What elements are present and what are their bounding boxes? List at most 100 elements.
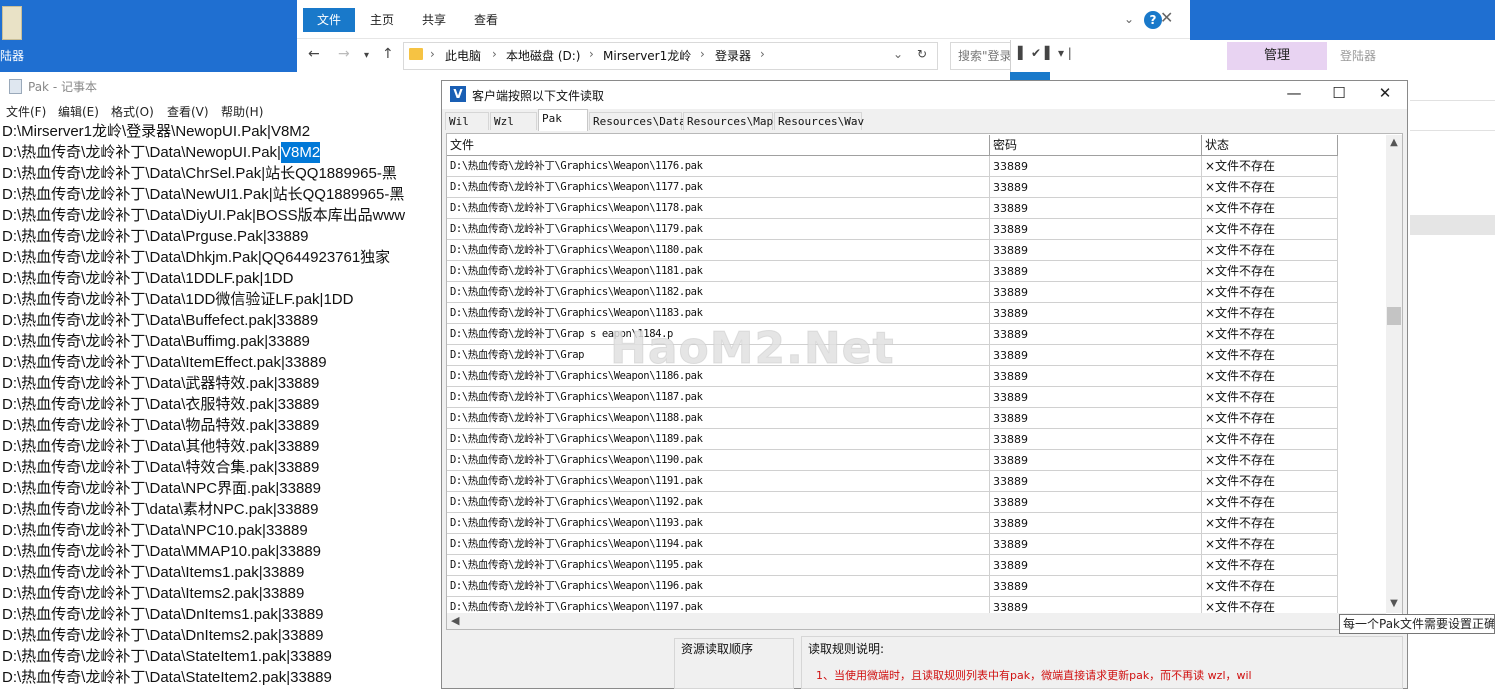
menu-file[interactable]: 文件(F) [6, 103, 46, 120]
cell-password: 33889 [990, 198, 1202, 219]
notepad-title: Pak - 记事本 [28, 80, 97, 94]
cell-file: D:\热血传奇\龙岭补丁\Graphics\Weapon\1188.pak [447, 408, 990, 429]
tab-resources-map[interactable]: Resources\Map [683, 112, 773, 130]
table-row[interactable]: D:\热血传奇\龙岭补丁\Graphics\Weapon\1176.pak 338… [447, 156, 1338, 177]
cell-status: ×文件不存在 [1202, 345, 1338, 366]
tab-resources-wav[interactable]: Resources\Wav [774, 112, 864, 130]
notepad-line: D:\热血传奇\龙岭补丁\Data\ChrSel.Pak|站长QQ1889965… [2, 165, 397, 182]
scroll-left-icon[interactable]: ◀ [451, 614, 459, 627]
up-arrow-icon[interactable]: ↑ [382, 46, 394, 62]
cell-file: D:\热血传奇\龙岭补丁\Graphics\Weapon\1181.pak [447, 261, 990, 282]
selected-list-row[interactable] [1410, 215, 1495, 235]
breadcrumb-mirserver[interactable]: Mirserver1龙岭 [603, 47, 691, 64]
notepad-line: D:\热血传奇\龙岭补丁\Data\NewUI1.Pak|站长QQ1889965… [2, 186, 405, 203]
scrollbar-thumb[interactable] [1387, 307, 1401, 325]
ribbon-tab-file[interactable]: 文件 [303, 8, 355, 32]
tab-wil[interactable]: Wil [445, 112, 489, 130]
horizontal-scrollbar[interactable] [447, 613, 1386, 629]
breadcrumb-separator-icon[interactable]: › [700, 47, 705, 61]
ribbon-tab-manage[interactable]: 管理 [1227, 42, 1327, 70]
refresh-icon[interactable]: ↻ [917, 47, 927, 61]
back-arrow-icon[interactable]: ← [308, 46, 320, 62]
breadcrumb-this-pc[interactable]: 此电脑 [445, 47, 481, 64]
close-icon[interactable]: ✕ [1370, 84, 1400, 102]
cell-status: ×文件不存在 [1202, 408, 1338, 429]
cell-password: 33889 [990, 156, 1202, 177]
quick-access-toolbar[interactable]: ▌ ✔ ▌ ▾ | [1018, 46, 1072, 60]
cell-password: 33889 [990, 408, 1202, 429]
cell-password: 33889 [990, 555, 1202, 576]
table-row[interactable]: D:\热血传奇\龙岭补丁\Graphics\Weapon\1179.pak 338… [447, 219, 1338, 240]
desktop-file-icon[interactable] [2, 6, 22, 40]
search-placeholder: 搜索"登录器" [958, 49, 1013, 63]
cell-password: 33889 [990, 492, 1202, 513]
cell-password: 33889 [990, 219, 1202, 240]
ribbon-tab-view[interactable]: 查看 [464, 8, 508, 32]
table-row[interactable]: D:\热血传奇\龙岭补丁\Graphics\Weapon\1181.pak 338… [447, 261, 1338, 282]
table-row[interactable]: D:\热血传奇\龙岭补丁\Graphics\Weapon\1195.pak 338… [447, 555, 1338, 576]
notepad-line: D:\热血传奇\龙岭补丁\data\素材NPC.pak|33889 [2, 501, 319, 518]
cell-status: ×文件不存在 [1202, 240, 1338, 261]
cell-password: 33889 [990, 261, 1202, 282]
ribbon-tab-home[interactable]: 主页 [360, 8, 404, 32]
breadcrumb-separator-icon[interactable]: › [760, 47, 765, 61]
ribbon-tab-share[interactable]: 共享 [412, 8, 456, 32]
cell-password: 33889 [990, 345, 1202, 366]
cell-status: ×文件不存在 [1202, 198, 1338, 219]
tab-pak[interactable]: Pak [538, 109, 588, 131]
cell-password: 33889 [990, 471, 1202, 492]
table-row[interactable]: D:\热血传奇\龙岭补丁\Graphics\Weapon\1190.pak 338… [447, 450, 1338, 471]
breadcrumb-separator-icon[interactable]: › [492, 47, 497, 61]
table-row[interactable]: D:\热血传奇\龙岭补丁\Graphics\Weapon\1193.pak 338… [447, 513, 1338, 534]
table-row[interactable]: D:\热血传奇\龙岭补丁\Graphics\Weapon\1192.pak 338… [447, 492, 1338, 513]
cell-password: 33889 [990, 240, 1202, 261]
scroll-up-icon[interactable]: ▲ [1386, 137, 1402, 148]
menu-help[interactable]: 帮助(H) [221, 103, 263, 120]
recent-dropdown-icon[interactable]: ▾ [364, 50, 369, 61]
forward-arrow-icon[interactable]: → [338, 46, 350, 62]
explorer-close-icon[interactable]: ✕ [1160, 8, 1173, 27]
cell-status: ×文件不存在 [1202, 282, 1338, 303]
table-row[interactable]: D:\热血传奇\龙岭补丁\Graphics\Weapon\1191.pak 338… [447, 471, 1338, 492]
breadcrumb-separator-icon[interactable]: › [430, 47, 435, 61]
cell-password: 33889 [990, 387, 1202, 408]
tab-wzl[interactable]: Wzl [490, 112, 537, 130]
notepad-line: D:\热血传奇\龙岭补丁\Data\Items2.pak|33889 [2, 585, 305, 602]
column-header-file[interactable]: 文件 [447, 135, 990, 156]
table-row[interactable]: D:\热血传奇\龙岭补丁\Graphics\Weapon\1180.pak 338… [447, 240, 1338, 261]
menu-format[interactable]: 格式(O) [111, 103, 154, 120]
maximize-icon[interactable]: ☐ [1324, 84, 1354, 102]
ribbon-expand-chevron-icon[interactable]: ⌄ [1124, 12, 1134, 26]
cell-status: ×文件不存在 [1202, 303, 1338, 324]
scroll-down-icon[interactable]: ▼ [1386, 598, 1402, 609]
menu-view[interactable]: 查看(V) [167, 103, 209, 120]
table-row[interactable]: D:\热血传奇\龙岭补丁\Graphics\Weapon\1182.pak 338… [447, 282, 1338, 303]
cell-status: ×文件不存在 [1202, 261, 1338, 282]
table-row[interactable]: D:\热血传奇\龙岭补丁\Graphics\Weapon\1194.pak 338… [447, 534, 1338, 555]
cell-status: ×文件不存在 [1202, 156, 1338, 177]
breadcrumb-separator-icon[interactable]: › [589, 47, 594, 61]
cell-file: D:\热血传奇\龙岭补丁\Graphics\Weapon\1191.pak [447, 471, 990, 492]
address-dropdown-icon[interactable]: ⌄ [893, 47, 903, 61]
cell-file: D:\热血传奇\龙岭补丁\Graphics\Weapon\1177.pak [447, 177, 990, 198]
table-row[interactable]: D:\热血传奇\龙岭补丁\Graphics\Weapon\1188.pak 338… [447, 408, 1338, 429]
cell-status: ×文件不存在 [1202, 492, 1338, 513]
cell-file: D:\热血传奇\龙岭补丁\Graphics\Weapon\1189.pak [447, 429, 990, 450]
menu-edit[interactable]: 编辑(E) [58, 103, 99, 120]
table-row[interactable]: D:\热血传奇\龙岭补丁\Graphics\Weapon\1189.pak 338… [447, 429, 1338, 450]
tab-resources-data[interactable]: Resources\Data [589, 112, 686, 130]
read-rules-text: 1、当使用微端时，且读取规则列表中有pak，微端直接请求更新pak，而不再读 w… [816, 669, 1252, 682]
cell-status: ×文件不存在 [1202, 513, 1338, 534]
table-row[interactable]: D:\热血传奇\龙岭补丁\Graphics\Weapon\1183.pak 338… [447, 303, 1338, 324]
table-row[interactable]: D:\热血传奇\龙岭补丁\Graphics\Weapon\1177.pak 338… [447, 177, 1338, 198]
vertical-scrollbar[interactable] [1386, 135, 1402, 613]
table-row[interactable]: D:\热血传奇\龙岭补丁\Graphics\Weapon\1187.pak 338… [447, 387, 1338, 408]
table-row[interactable]: D:\热血传奇\龙岭补丁\Graphics\Weapon\1196.pak 338… [447, 576, 1338, 597]
table-row[interactable]: D:\热血传奇\龙岭补丁\Graphics\Weapon\1178.pak 338… [447, 198, 1338, 219]
minimize-icon[interactable]: — [1279, 84, 1309, 102]
breadcrumb-local-disk[interactable]: 本地磁盘 (D:) [506, 47, 580, 64]
column-header-status[interactable]: 状态 [1202, 135, 1338, 156]
breadcrumb-launcher[interactable]: 登录器 [715, 47, 751, 64]
column-header-password[interactable]: 密码 [990, 135, 1202, 156]
cell-status: ×文件不存在 [1202, 471, 1338, 492]
